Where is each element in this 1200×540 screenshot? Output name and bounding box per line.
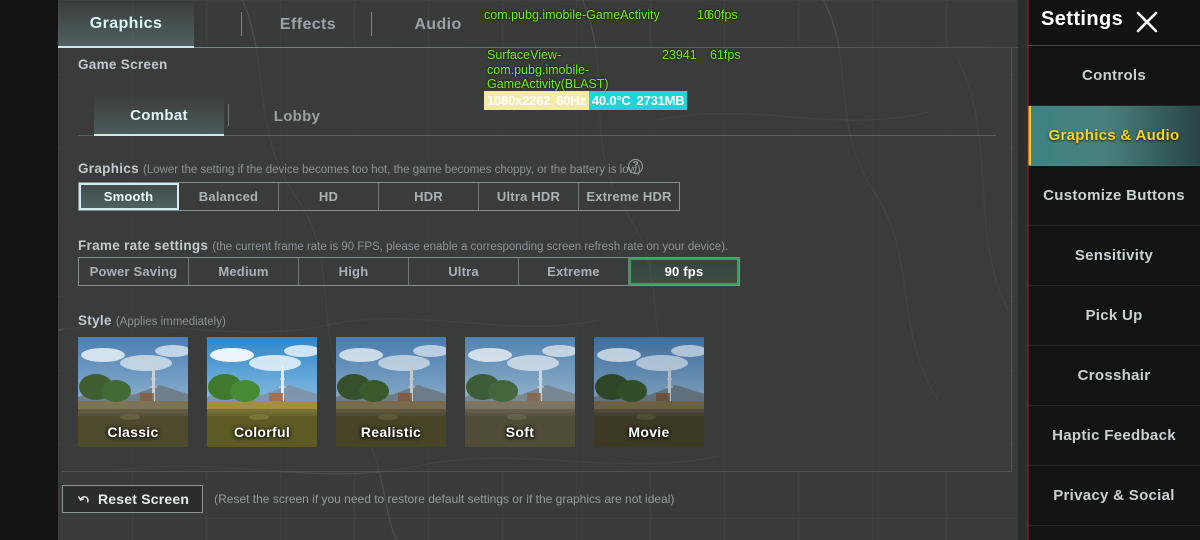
settings-screen: Graphics Effects Audio Game Screen Comba… xyxy=(0,0,1200,540)
style-card-soft[interactable]: Soft xyxy=(465,337,575,447)
tab-audio-label: Audio xyxy=(414,16,462,33)
subtab-lobby[interactable]: Lobby xyxy=(238,96,356,136)
style-thumbnail-list: Classic Colorful Realistic Soft Movie xyxy=(78,337,704,447)
style-card-classic[interactable]: Classic xyxy=(78,337,188,447)
sidebar-item-controls[interactable]: Controls xyxy=(1028,46,1200,106)
graphics-hint: (Lower the setting if the device becomes… xyxy=(142,164,641,176)
frame-rate-option-power-saving[interactable]: Power Saving xyxy=(79,258,189,285)
sidebar-accent-line xyxy=(1028,0,1029,540)
graphics-quality-options: Smooth Balanced HD HDR Ultra HDR Extreme… xyxy=(78,182,680,211)
tab-effects[interactable]: Effects xyxy=(248,2,368,48)
reset-screen-note: (Reset the screen if you need to restore… xyxy=(214,492,675,506)
sidebar-header: Settings xyxy=(1028,0,1200,46)
graphics-label-text: Graphics xyxy=(78,161,139,176)
reset-screen-label: Reset Screen xyxy=(98,491,190,507)
style-label-text: Style xyxy=(78,313,112,328)
sidebar-item-label: Controls xyxy=(1081,67,1147,84)
sidebar-item-graphics-audio[interactable]: Graphics & Audio xyxy=(1028,106,1200,166)
style-name-soft: Soft xyxy=(505,424,535,440)
frame-rate-options: Power Saving Medium High Ultra Extreme 9… xyxy=(78,257,740,286)
frame-rate-option-power-saving-label: Power Saving xyxy=(89,264,178,279)
tab-graphics-label: Graphics xyxy=(89,15,163,32)
sidebar-item-label: Crosshair xyxy=(1077,367,1151,384)
sidebar-header-divider xyxy=(1028,45,1200,46)
hud-badge-refresh-rate: 60Hz xyxy=(553,91,589,110)
game-screen-label: Game Screen xyxy=(78,57,168,72)
graphics-option-ultra-hdr[interactable]: Ultra HDR xyxy=(479,183,579,210)
hud-badge-memory: 2731MB xyxy=(633,91,688,110)
style-name-colorful: Colorful xyxy=(233,424,291,440)
settings-sidebar: Settings Controls Graphics & Audio Custo… xyxy=(1028,0,1200,540)
graphics-section-label: Graphics (Lower the setting if the devic… xyxy=(78,161,641,176)
subtab-combat-label: Combat xyxy=(130,106,188,124)
tab-graphics[interactable]: Graphics xyxy=(58,2,194,48)
style-name-movie: Movie xyxy=(628,424,670,440)
style-section-label: Style (Applies immediately) xyxy=(78,313,226,328)
sidebar-item-label: Pick Up xyxy=(1085,307,1143,324)
sidebar-item-label: Privacy & Social xyxy=(1053,487,1175,504)
frame-rate-option-extreme[interactable]: Extreme xyxy=(519,258,629,285)
sidebar-title: Settings xyxy=(1041,8,1124,30)
subtab-lobby-label: Lobby xyxy=(273,107,321,125)
sidebar-item-sensitivity[interactable]: Sensitivity xyxy=(1028,226,1200,286)
tab-separator-2 xyxy=(371,12,372,36)
graphics-option-balanced-label: Balanced xyxy=(198,189,259,204)
style-card-realistic[interactable]: Realistic xyxy=(336,337,446,447)
frame-rate-option-ultra-label: Ultra xyxy=(448,264,479,279)
sidebar-item-other[interactable]: Other xyxy=(1028,526,1200,540)
frame-rate-option-extreme-label: Extreme xyxy=(547,264,600,279)
sidebar-item-label: Customize Buttons xyxy=(1043,187,1185,204)
tab-audio[interactable]: Audio xyxy=(378,2,498,48)
tab-separator-1 xyxy=(241,12,242,36)
frame-rate-label-text: Frame rate settings xyxy=(78,238,209,253)
sidebar-item-haptic-feedback[interactable]: Haptic Feedback xyxy=(1028,406,1200,466)
frame-rate-option-medium-label: Medium xyxy=(218,264,269,279)
graphics-option-extreme-hdr[interactable]: Extreme HDR xyxy=(579,183,679,210)
sidebar-item-label: Haptic Feedback xyxy=(1052,427,1176,444)
sidebar-item-customize-buttons[interactable]: Customize Buttons xyxy=(1028,166,1200,226)
graphics-option-smooth-label: Smooth xyxy=(103,189,154,204)
frame-rate-option-90fps-label: 90 fps xyxy=(664,264,704,279)
close-x-icon[interactable] xyxy=(1133,8,1161,36)
reset-screen-row: Reset Screen (Reset the screen if you ne… xyxy=(62,485,674,513)
style-hint: (Applies immediately) xyxy=(115,316,226,328)
reset-screen-button[interactable]: Reset Screen xyxy=(62,485,204,513)
sidebar-item-label: Sensitivity xyxy=(1074,247,1154,264)
tab-effects-label: Effects xyxy=(279,16,337,33)
frame-rate-option-medium[interactable]: Medium xyxy=(189,258,299,285)
sidebar-item-label: Graphics & Audio xyxy=(1048,127,1180,144)
frame-rate-option-high-label: High xyxy=(338,264,369,279)
graphics-option-extreme-hdr-label: Extreme HDR xyxy=(586,189,672,204)
graphics-option-hd-label: HD xyxy=(318,189,339,204)
subtab-separator xyxy=(228,104,229,126)
graphics-option-balanced[interactable]: Balanced xyxy=(179,183,279,210)
sidebar-outer-edge xyxy=(1018,0,1027,540)
style-name-classic: Classic xyxy=(107,424,159,440)
hud-badge-resolution: 1080x2262 xyxy=(484,91,554,110)
graphics-option-ultra-hdr-label: Ultra HDR xyxy=(496,189,561,204)
style-name-realistic: Realistic xyxy=(360,424,422,440)
frame-rate-option-90fps[interactable]: 90 fps xyxy=(629,258,739,285)
undo-arrow-icon xyxy=(78,495,89,503)
graphics-option-hdr-label: HDR xyxy=(414,189,443,204)
sidebar-item-pick-up[interactable]: Pick Up xyxy=(1028,286,1200,346)
sidebar-item-crosshair[interactable]: Crosshair xyxy=(1028,346,1200,406)
question-circle-icon[interactable]: ? xyxy=(628,159,643,174)
hud-stat-badges: 1080x2262 60Hz 40.0°C 2731MB xyxy=(484,91,688,110)
left-margin-strip xyxy=(0,0,58,540)
sidebar-item-privacy-social[interactable]: Privacy & Social xyxy=(1028,466,1200,526)
graphics-option-hd[interactable]: HD xyxy=(279,183,379,210)
frame-rate-option-ultra[interactable]: Ultra xyxy=(409,258,519,285)
sidebar-menu-list: Controls Graphics & Audio Customize Butt… xyxy=(1028,46,1200,540)
style-card-movie[interactable]: Movie xyxy=(594,337,704,447)
graphics-option-hdr[interactable]: HDR xyxy=(379,183,479,210)
style-card-colorful[interactable]: Colorful xyxy=(207,337,317,447)
frame-rate-option-high[interactable]: High xyxy=(299,258,409,285)
hud-badge-temperature: 40.0°C xyxy=(588,91,634,110)
frame-rate-hint: (the current frame rate is 90 FPS, pleas… xyxy=(212,241,729,253)
graphics-option-smooth[interactable]: Smooth xyxy=(79,183,179,210)
subtab-combat[interactable]: Combat xyxy=(94,96,224,136)
frame-rate-section-label: Frame rate settings (the current frame r… xyxy=(78,238,728,253)
